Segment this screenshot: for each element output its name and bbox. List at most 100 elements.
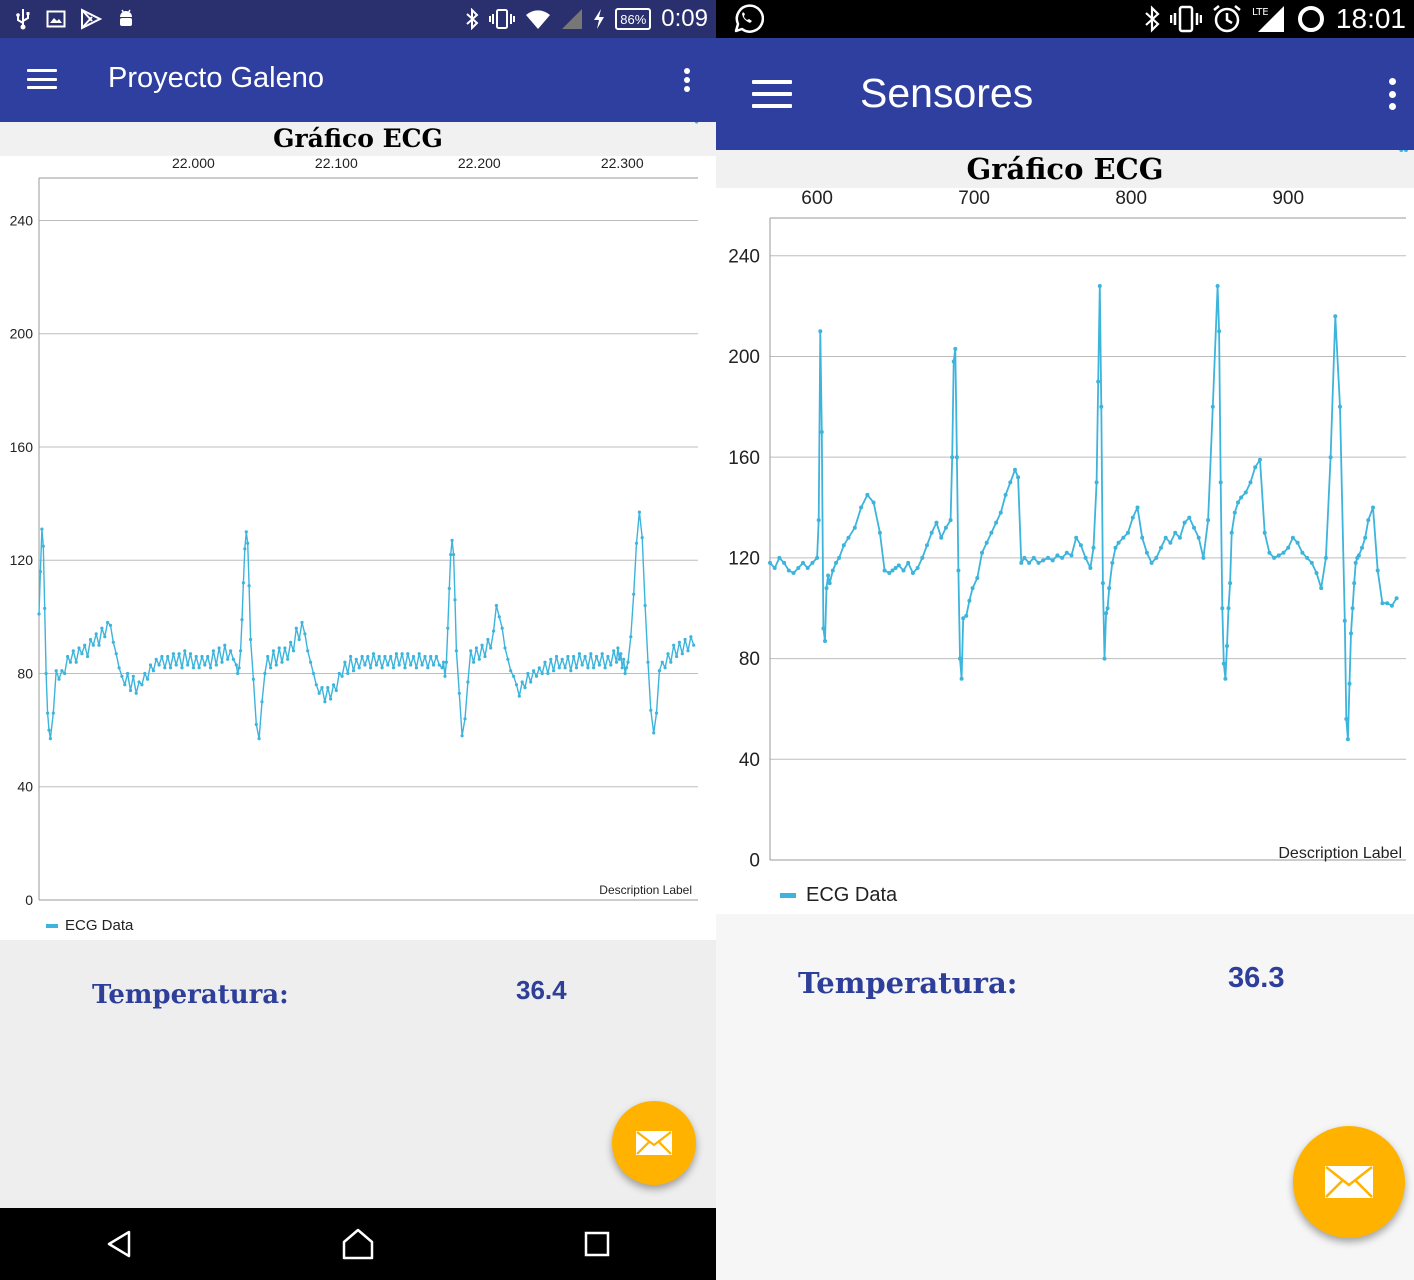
- data-point: [420, 663, 424, 667]
- x-tick-label: 700: [958, 188, 990, 209]
- data-point: [1210, 404, 1215, 409]
- data-point: [549, 657, 553, 661]
- data-point: [423, 654, 427, 659]
- data-point: [589, 652, 593, 656]
- chart-legend: ECG Data: [46, 917, 133, 934]
- data-point: [1305, 555, 1310, 560]
- data-point: [563, 666, 567, 670]
- data-point: [148, 663, 153, 667]
- data-point: [925, 543, 929, 548]
- data-point: [660, 660, 664, 664]
- data-point: [240, 618, 244, 622]
- data-point: [286, 657, 290, 661]
- data-point: [514, 683, 519, 687]
- data-point: [877, 530, 882, 535]
- data-point: [266, 654, 270, 659]
- data-point: [244, 530, 248, 534]
- data-point: [1375, 568, 1380, 573]
- mail-icon: [1325, 1165, 1373, 1198]
- data-point: [453, 598, 457, 602]
- data-point: [1220, 606, 1225, 611]
- data-point: [1347, 681, 1352, 686]
- data-point: [91, 643, 95, 647]
- data-point: [852, 525, 857, 530]
- legend-label: ECG Data: [65, 917, 134, 934]
- data-point: [1226, 606, 1231, 611]
- data-point: [583, 654, 587, 659]
- data-point: [200, 654, 204, 659]
- data-point: [675, 654, 679, 659]
- data-point: [920, 555, 925, 560]
- data-point: [369, 666, 373, 670]
- data-point: [882, 568, 887, 573]
- menu-icon[interactable]: [27, 69, 57, 89]
- data-point: [1225, 644, 1229, 648]
- home-icon[interactable]: [328, 1214, 388, 1274]
- data-point: [597, 663, 602, 667]
- menu-icon[interactable]: [752, 80, 792, 108]
- data-point: [1126, 530, 1130, 535]
- data-point: [234, 663, 238, 667]
- data-point: [1352, 581, 1357, 586]
- y-tick-label: 120: [10, 552, 34, 568]
- data-point: [893, 566, 898, 570]
- data-point: [1371, 505, 1375, 510]
- data-point: [500, 626, 504, 630]
- y-tick-label: 80: [17, 665, 33, 681]
- data-point: [552, 669, 556, 673]
- data-point: [191, 666, 195, 670]
- more-options-icon[interactable]: [1388, 78, 1396, 110]
- signal-icon: [561, 8, 583, 30]
- email-fab-button[interactable]: [612, 1101, 696, 1185]
- more-options-icon[interactable]: [683, 68, 691, 92]
- ecg-line-chart[interactable]: 0 40 80 120 160 200 240 600 700 800 900 Description…: [716, 150, 1414, 914]
- data-point: [823, 639, 827, 643]
- data-point: [188, 652, 193, 656]
- data-point: [337, 671, 341, 676]
- data-point: [1159, 545, 1163, 550]
- recents-icon[interactable]: [567, 1214, 627, 1274]
- data-point: [619, 652, 623, 656]
- data-point: [951, 359, 956, 364]
- data-point: [223, 643, 227, 647]
- data-point: [297, 637, 301, 642]
- data-point: [657, 669, 662, 673]
- data-point: [1019, 560, 1024, 565]
- data-point: [1300, 550, 1305, 555]
- data-point: [403, 666, 407, 670]
- data-point: [329, 697, 333, 701]
- data-point: [41, 544, 45, 548]
- data-point: [1290, 535, 1295, 540]
- data-point: [796, 566, 801, 570]
- data-point: [980, 550, 984, 555]
- x-tick-label: 22.000: [172, 155, 215, 171]
- ecg-line-chart[interactable]: 0 40 80 120 160 200 240 22.000 22.100 22.200 22.30…: [0, 122, 716, 940]
- data-point: [1356, 553, 1361, 558]
- email-fab-button[interactable]: [1293, 1126, 1405, 1238]
- data-point: [68, 660, 72, 664]
- data-point: [237, 666, 241, 670]
- data-point: [520, 680, 524, 684]
- data-point: [83, 643, 87, 647]
- data-point: [269, 666, 273, 670]
- data-point: [77, 646, 81, 650]
- data-point: [1110, 560, 1115, 565]
- data-point: [600, 652, 604, 656]
- data-point: [469, 649, 473, 653]
- data-point: [86, 654, 90, 659]
- charging-icon: [593, 9, 605, 29]
- phone-screen-left: 86% 0:09 Proyecto Galeno Gráfico ECG 0 40…: [0, 0, 716, 1280]
- data-point: [154, 657, 158, 661]
- data-point: [177, 652, 181, 656]
- data-point: [126, 671, 130, 676]
- data-point: [967, 598, 972, 603]
- data-point: [283, 646, 287, 650]
- back-icon[interactable]: [89, 1214, 149, 1274]
- data-point: [440, 666, 444, 670]
- data-point: [1363, 535, 1368, 540]
- data-point: [146, 677, 150, 681]
- data-point: [640, 536, 644, 540]
- data-point: [689, 635, 693, 639]
- data-point: [592, 666, 596, 670]
- data-point: [1323, 555, 1328, 560]
